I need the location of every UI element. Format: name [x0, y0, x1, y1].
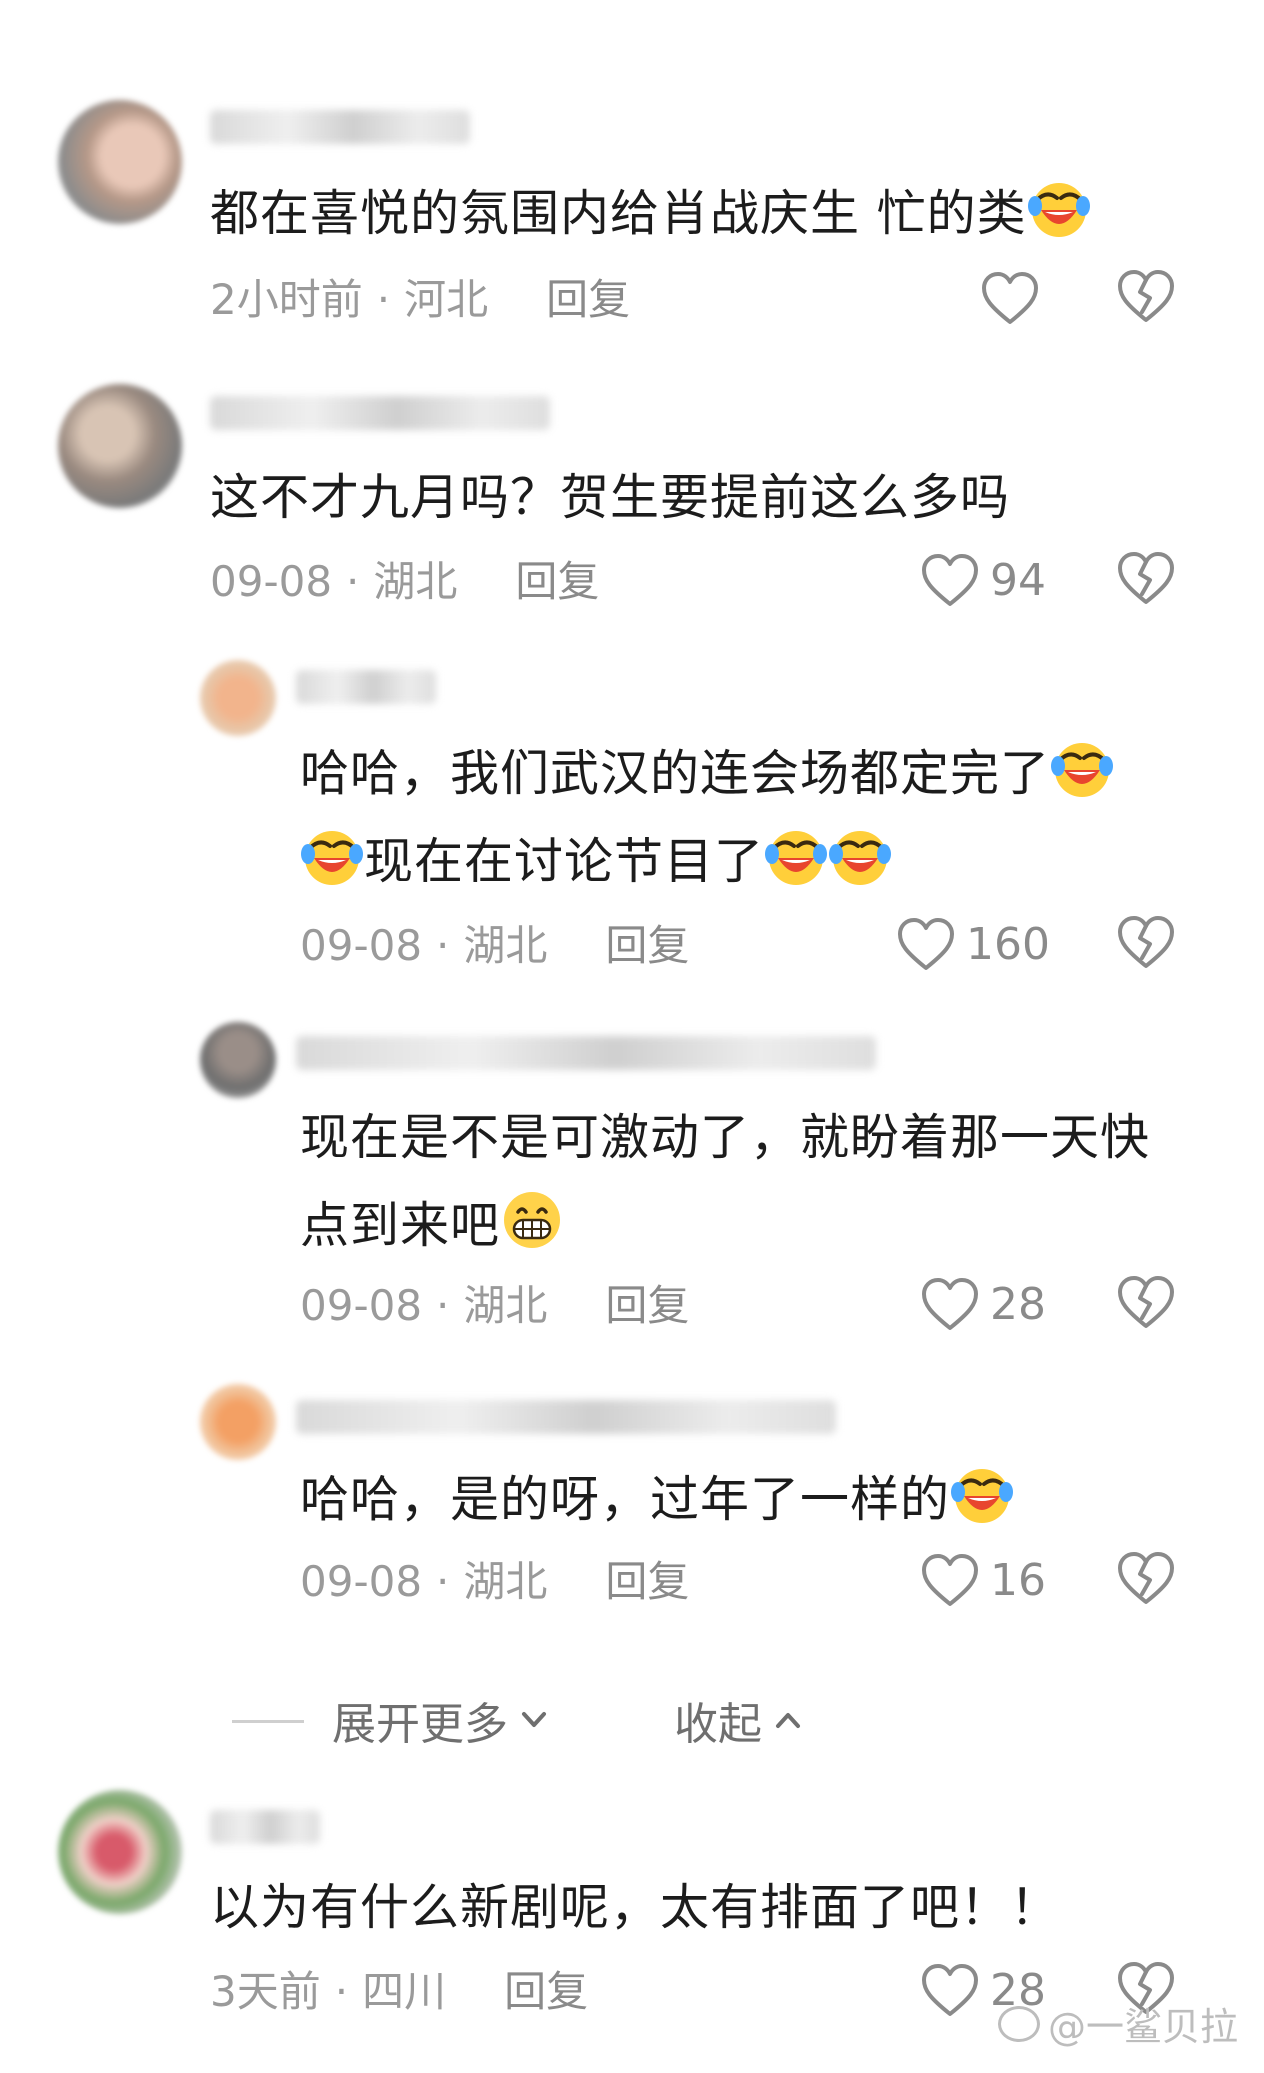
- heart-icon: [896, 916, 956, 972]
- comment-time: 2小时前: [210, 275, 363, 324]
- comment-time: 09-08: [300, 1557, 423, 1606]
- grin-emoji-icon: [500, 1188, 564, 1252]
- separator: ·: [436, 921, 450, 970]
- comment-text: 哈哈，是的呀，过年了一样的: [300, 1456, 1014, 1544]
- avatar[interactable]: [58, 1790, 182, 1914]
- avatar[interactable]: [58, 100, 182, 224]
- comment-meta: 09-08 · 湖北 回复: [210, 552, 599, 612]
- avatar[interactable]: [58, 384, 182, 508]
- username[interactable]: [296, 1036, 876, 1070]
- watermark-text: @一鲨贝拉: [1047, 2005, 1238, 2049]
- avatar[interactable]: [200, 1022, 276, 1098]
- heart-icon: [920, 552, 980, 608]
- broken-heart-icon: [1116, 914, 1176, 970]
- comment-location: 河北: [404, 275, 489, 324]
- comment-text: 现在是不是可激动了，就盼着那一天快 点到来吧: [300, 1109, 1151, 1254]
- separator: ·: [436, 1281, 450, 1330]
- reply-button[interactable]: 回复: [504, 1967, 588, 2016]
- reply-button[interactable]: 回复: [515, 557, 599, 606]
- weibo-logo-icon: [997, 2005, 1040, 2042]
- dislike-button[interactable]: [1116, 268, 1176, 328]
- comment-meta: 2小时前 · 河北 回复: [210, 270, 630, 330]
- avatar[interactable]: [200, 660, 276, 736]
- separator: ·: [376, 275, 391, 324]
- broken-heart-icon: [1116, 550, 1176, 606]
- heart-icon: [980, 270, 1040, 326]
- comment-location: 湖北: [463, 1557, 548, 1606]
- collapse-label: 收起: [674, 1699, 762, 1750]
- cry-laugh-emoji-icon: [1027, 176, 1091, 240]
- expand-more-button[interactable]: 展开更多: [332, 1688, 552, 1752]
- heart-icon: [920, 1962, 980, 2018]
- cry-laugh-emoji-icon: [950, 1462, 1014, 1526]
- comment-location: 湖北: [373, 557, 458, 606]
- username[interactable]: [210, 1810, 320, 1844]
- like-count: 16: [990, 1554, 1046, 1606]
- comment-time: 09-08: [300, 921, 423, 970]
- dislike-button[interactable]: [1116, 550, 1176, 610]
- cry-laugh-emoji-icon: [764, 824, 828, 888]
- cry-laugh-emoji-icon: [828, 824, 892, 888]
- expand-more-label: 展开更多: [332, 1699, 508, 1750]
- username[interactable]: [210, 396, 550, 430]
- cry-laugh-emoji-icon: [300, 824, 364, 888]
- comment-meta: 09-08 · 湖北 回复: [300, 1276, 689, 1336]
- dislike-button[interactable]: [1116, 914, 1176, 974]
- dislike-button[interactable]: [1116, 1550, 1176, 1610]
- comment-location: 湖北: [463, 921, 548, 970]
- avatar[interactable]: [200, 1384, 276, 1460]
- reply-button[interactable]: 回复: [605, 921, 689, 970]
- collapse-button[interactable]: 收起: [674, 1688, 806, 1752]
- comment-time: 09-08: [210, 557, 333, 606]
- separator: ·: [436, 1557, 450, 1606]
- comment-location: 四川: [362, 1967, 447, 2016]
- heart-icon: [920, 1552, 980, 1608]
- reply-button[interactable]: 回复: [605, 1281, 689, 1330]
- cry-laugh-emoji-icon: [1050, 736, 1114, 800]
- comment-location: 湖北: [463, 1281, 548, 1330]
- separator: ·: [334, 1967, 349, 2016]
- comment-text: 这不才九月吗？贺生要提前这么多吗: [210, 469, 1011, 526]
- like-count: 160: [966, 918, 1050, 970]
- like-button[interactable]: 94: [920, 548, 1046, 612]
- divider: [232, 1720, 304, 1723]
- comment-time: 3天前: [210, 1967, 321, 2016]
- reply-button[interactable]: 回复: [605, 1557, 689, 1606]
- chevron-down-icon: [522, 1712, 546, 1727]
- heart-icon: [920, 1276, 980, 1332]
- username[interactable]: [296, 670, 436, 704]
- replies-controls: 展开更多 收起: [0, 1680, 1264, 1760]
- chevron-up-icon: [776, 1713, 800, 1728]
- reply-button[interactable]: 回复: [546, 275, 630, 324]
- watermark: @一鲨贝拉: [997, 1996, 1238, 2051]
- separator: ·: [346, 557, 360, 606]
- like-button[interactable]: [980, 266, 1040, 330]
- comment-text: 以为有什么新剧呢，太有排面了吧！！: [210, 1879, 1061, 1936]
- comment-meta: 09-08 · 湖北 回复: [300, 1552, 689, 1612]
- like-button[interactable]: 16: [920, 1548, 1046, 1612]
- comment-text: 哈哈，我们武汉的连会场都定完了 现在在讨论节目了: [300, 730, 1200, 906]
- broken-heart-icon: [1116, 268, 1176, 324]
- like-count: 28: [990, 1278, 1046, 1330]
- comment-time: 09-08: [300, 1281, 423, 1330]
- like-button[interactable]: 160: [896, 912, 1050, 976]
- comment-meta: 09-08 · 湖北 回复: [300, 916, 689, 976]
- comment-text: 都在喜悦的氛围内给肖战庆生 忙的类: [210, 170, 1091, 258]
- dislike-button[interactable]: [1116, 1274, 1176, 1334]
- broken-heart-icon: [1116, 1550, 1176, 1606]
- like-count: 94: [990, 554, 1046, 606]
- username[interactable]: [296, 1400, 836, 1434]
- like-button[interactable]: 28: [920, 1272, 1046, 1336]
- comment-meta: 3天前 · 四川 回复: [210, 1962, 588, 2022]
- username[interactable]: [210, 110, 470, 144]
- broken-heart-icon: [1116, 1274, 1176, 1330]
